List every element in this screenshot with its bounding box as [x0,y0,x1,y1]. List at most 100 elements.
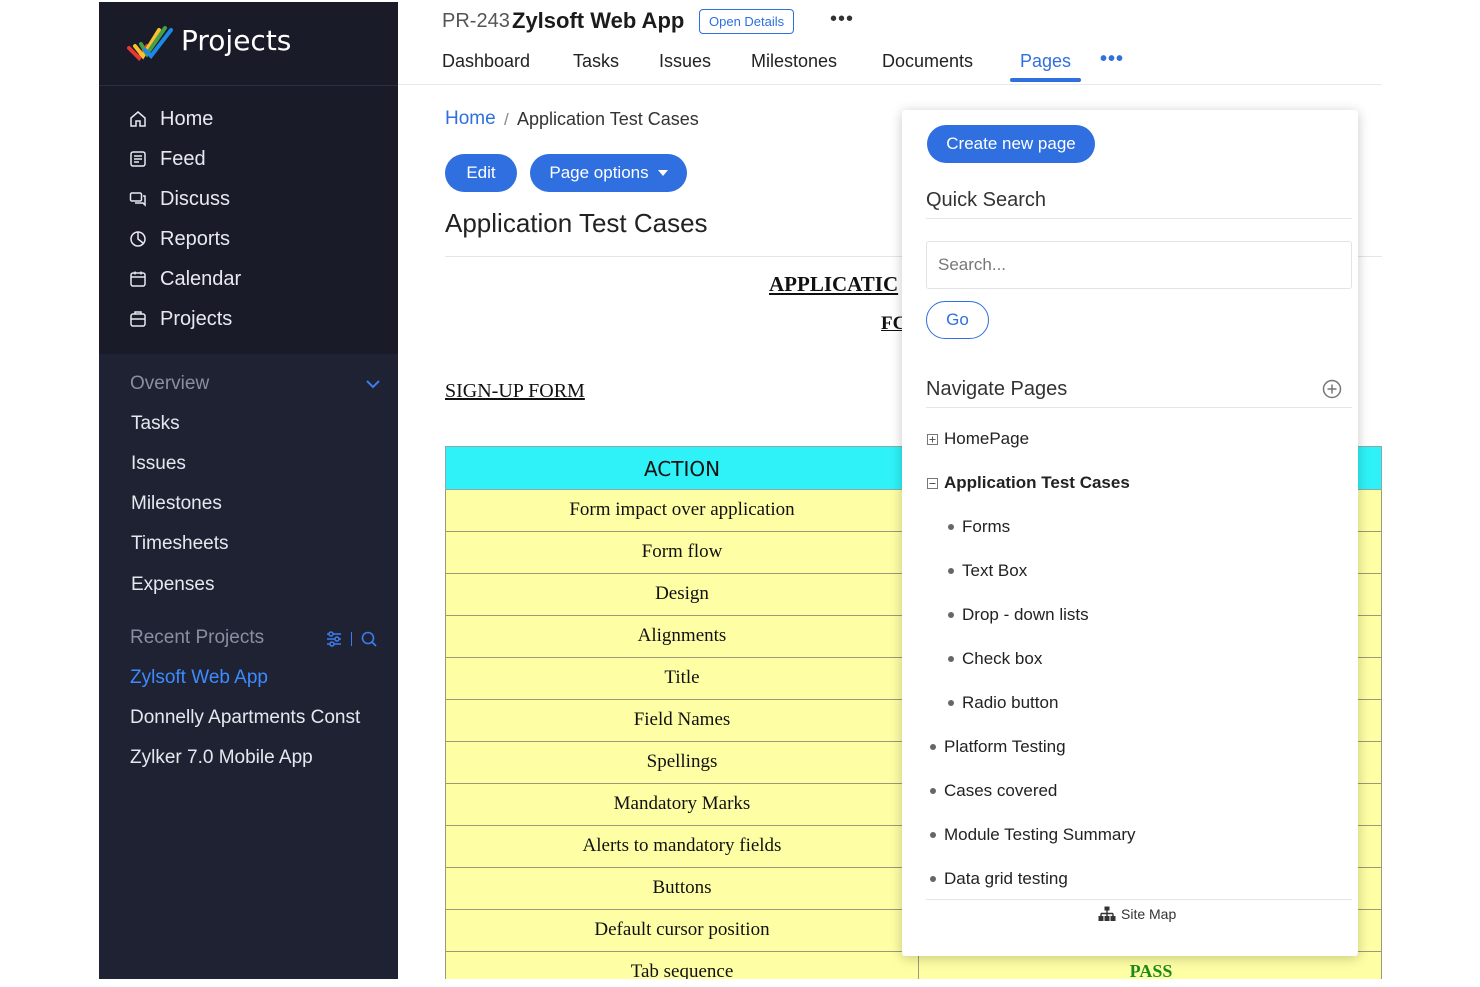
open-details-button[interactable]: Open Details [699,9,795,34]
projects-icon [129,310,147,328]
tab-milestones[interactable]: Milestones [751,51,837,72]
site-map-link[interactable]: Site Map [1098,906,1176,922]
tree-item-forms[interactable]: Forms [948,517,1010,537]
filter-icon[interactable] [325,630,343,648]
chevron-down-icon[interactable] [365,378,381,390]
sidebar-item-label: Home [160,107,214,130]
panel-divider [926,899,1352,900]
expand-icon[interactable] [927,433,938,445]
table-cell: Alignments [637,625,727,646]
tree-item-radio-button[interactable]: Radio button [948,693,1058,713]
tree-item-check-box[interactable]: Check box [948,649,1042,669]
table-cell: Field Names [633,709,731,730]
tree-item-module-testing-summary[interactable]: Module Testing Summary [930,825,1136,845]
edit-button-label: Edit [466,163,496,182]
tree-item-application-test-cases[interactable]: Application Test Cases [927,473,1130,493]
tree-item-label: Radio button [962,693,1059,712]
sidebar-item-milestones[interactable]: Milestones [131,493,222,515]
bullet-icon [948,700,954,706]
tree-item-cases-covered[interactable]: Cases covered [930,781,1057,801]
tree-item-drop-down-lists[interactable]: Drop - down lists [948,605,1089,625]
tree-item-label: Forms [962,517,1011,536]
quick-search-title: Quick Search [926,189,1047,211]
sidebar-main-nav: Home Feed Discuss Reports Calendar Proje… [99,86,398,354]
sidebar-item-label: Feed [160,147,206,170]
breadcrumb-current: Application Test Cases [517,109,699,129]
add-page-icon[interactable] [1322,379,1342,399]
bullet-icon [930,832,936,838]
sidebar-item-projects[interactable]: Projects [129,304,232,334]
caret-down-icon [657,170,668,176]
bullet-icon [930,876,936,882]
collapse-icon[interactable] [927,477,938,489]
feed-icon [129,150,147,168]
tree-item-label: Check box [962,649,1043,668]
tree-item-label: Text Box [962,561,1028,580]
more-options-icon[interactable]: ••• [830,8,854,31]
table-cell: Mandatory Marks [613,793,751,814]
go-button[interactable]: Go [926,301,989,339]
sidebar-item-timesheets[interactable]: Timesheets [131,533,229,555]
overview-section-title[interactable]: Overview [130,373,209,395]
search-icon[interactable] [360,630,378,648]
table-cell: Buttons [652,877,712,898]
page-options-button[interactable]: Page options [530,154,687,192]
tab-issues[interactable]: Issues [659,51,711,72]
header-divider [398,84,1382,85]
create-new-page-button[interactable]: Create new page [927,125,1095,163]
table-cell: Form flow [641,541,723,562]
tree-item-text-box[interactable]: Text Box [948,561,1027,581]
sidebar-item-discuss[interactable]: Discuss [129,184,230,214]
sitemap-icon [1098,906,1116,921]
sidebar-item-reports[interactable]: Reports [129,224,230,254]
table-cell: Title [664,667,700,688]
home-icon [129,110,147,128]
calendar-icon [129,270,147,288]
document-heading: APPLICATIC [769,272,899,296]
tab-pages[interactable]: Pages [1020,51,1071,72]
recent-project-zylker[interactable]: Zylker 7.0 Mobile App [130,747,380,769]
sidebar-item-home[interactable]: Home [129,104,213,134]
recent-project-donnelly[interactable]: Donnelly Apartments Const [130,707,380,729]
table-cell: Tab sequence [630,961,734,979]
more-tabs-icon[interactable]: ••• [1100,48,1124,71]
recent-project-zylsoft[interactable]: Zylsoft Web App [130,667,380,689]
tree-item-homepage[interactable]: HomePage [927,429,1029,449]
table-cell: Spellings [646,751,718,772]
tab-documents[interactable]: Documents [882,51,973,72]
table-row: Tab sequence PASS [445,952,1382,979]
page-options-label: Page options [549,163,649,182]
sidebar-item-tasks[interactable]: Tasks [131,413,180,435]
tree-item-label: Application Test Cases [944,473,1130,492]
table-cell: Design [655,583,709,604]
bullet-icon [948,568,954,574]
sidebar-header: Projects [99,2,398,86]
bullet-icon [930,744,936,750]
sidebar-item-expenses[interactable]: Expenses [131,574,214,596]
projects-logo-icon [127,26,173,62]
bullet-icon [948,612,954,618]
bullet-icon [948,656,954,662]
sidebar-item-issues[interactable]: Issues [131,453,186,475]
project-name: Zylsoft Web App [512,8,685,33]
reports-icon [129,230,147,248]
breadcrumb-home[interactable]: Home [445,108,496,130]
sidebar-item-feed[interactable]: Feed [129,144,206,174]
table-header-action: ACTION [643,457,721,481]
tree-item-platform-testing[interactable]: Platform Testing [930,737,1066,757]
signup-form-heading: SIGN-UP FORM [445,380,585,402]
tree-item-label: Drop - down lists [962,605,1089,624]
sidebar-item-label: Projects [160,307,233,330]
create-new-page-label: Create new page [946,134,1076,153]
quick-search-input[interactable] [926,241,1352,289]
sidebar-item-calendar[interactable]: Calendar [129,264,241,294]
tab-dashboard[interactable]: Dashboard [442,51,530,72]
tab-tasks[interactable]: Tasks [573,51,619,72]
tree-item-data-grid-testing[interactable]: Data grid testing [930,869,1068,889]
edit-button[interactable]: Edit [445,154,517,192]
panel-divider [926,407,1352,408]
table-cell: Form impact over application [569,499,795,520]
project-code: PR-243 [442,10,510,32]
bullet-icon [930,788,936,794]
sidebar: Projects Home Feed Discuss Reports Calen… [99,2,398,979]
